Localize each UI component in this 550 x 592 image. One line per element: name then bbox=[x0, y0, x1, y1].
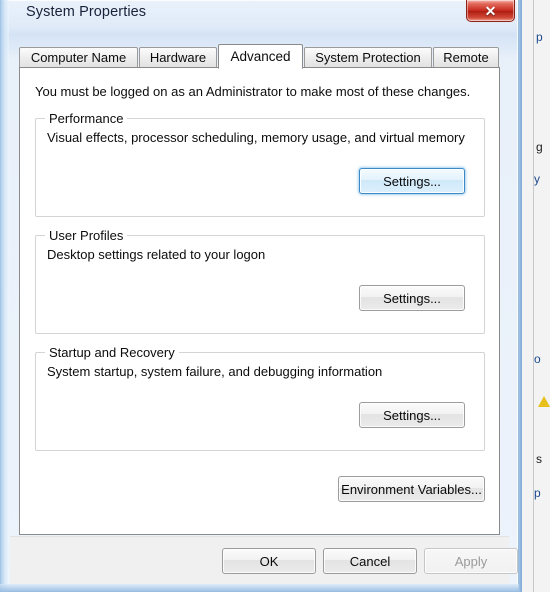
background-divider bbox=[533, 0, 534, 592]
dialog-glass-left-edge bbox=[0, 0, 9, 592]
startup-recovery-group: Startup and Recovery System startup, sys… bbox=[35, 345, 485, 451]
background-text-fragment: p bbox=[536, 30, 543, 44]
performance-group: Performance Visual effects, processor sc… bbox=[35, 111, 485, 217]
user-profiles-group: User Profiles Desktop settings related t… bbox=[35, 228, 485, 334]
dialog-glass-bottom-edge bbox=[0, 584, 519, 592]
tab-system-protection[interactable]: System Protection bbox=[304, 47, 432, 68]
background-text-fragment: g bbox=[536, 140, 543, 154]
user-profiles-settings-button[interactable]: Settings... bbox=[359, 285, 465, 311]
tab-advanced[interactable]: Advanced bbox=[218, 44, 303, 69]
environment-variables-button[interactable]: Environment Variables... bbox=[338, 476, 485, 502]
close-button[interactable]: ✕ bbox=[466, 0, 515, 22]
administrator-notice: You must be logged on as an Administrato… bbox=[35, 84, 471, 99]
screen: p g y o s p System Properties ✕ Computer… bbox=[0, 0, 550, 592]
ok-button[interactable]: OK bbox=[222, 548, 316, 574]
background-text-fragment: p bbox=[534, 486, 541, 500]
startup-recovery-settings-button[interactable]: Settings... bbox=[359, 402, 465, 428]
background-text-fragment: y bbox=[534, 172, 540, 186]
startup-recovery-description: System startup, system failure, and debu… bbox=[47, 364, 383, 379]
advanced-tab-panel: You must be logged on as an Administrato… bbox=[19, 67, 500, 535]
cancel-button[interactable]: Cancel bbox=[323, 548, 417, 574]
startup-recovery-group-label: Startup and Recovery bbox=[45, 345, 179, 360]
performance-group-label: Performance bbox=[45, 111, 128, 126]
performance-settings-button[interactable]: Settings... bbox=[359, 168, 465, 194]
close-icon: ✕ bbox=[484, 3, 497, 19]
window-title: System Properties bbox=[26, 4, 147, 20]
apply-button: Apply bbox=[424, 548, 518, 574]
tab-remote[interactable]: Remote bbox=[433, 47, 499, 68]
user-profiles-group-label: User Profiles bbox=[45, 228, 128, 243]
tab-computer-name[interactable]: Computer Name bbox=[19, 47, 138, 68]
warning-triangle-icon bbox=[538, 396, 550, 407]
system-properties-dialog: System Properties ✕ Computer Name Hardwa… bbox=[0, 0, 519, 592]
user-profiles-description: Desktop settings related to your logon bbox=[47, 247, 266, 262]
dialog-footer: OK Cancel Apply bbox=[10, 536, 518, 584]
background-text-fragment: s bbox=[536, 452, 542, 466]
performance-description: Visual effects, processor scheduling, me… bbox=[47, 130, 465, 145]
tab-strip: Computer Name Hardware Advanced System P… bbox=[19, 44, 500, 69]
titlebar[interactable]: System Properties ✕ bbox=[0, 0, 519, 30]
tab-hardware[interactable]: Hardware bbox=[139, 47, 217, 68]
background-text-fragment: o bbox=[534, 352, 541, 366]
